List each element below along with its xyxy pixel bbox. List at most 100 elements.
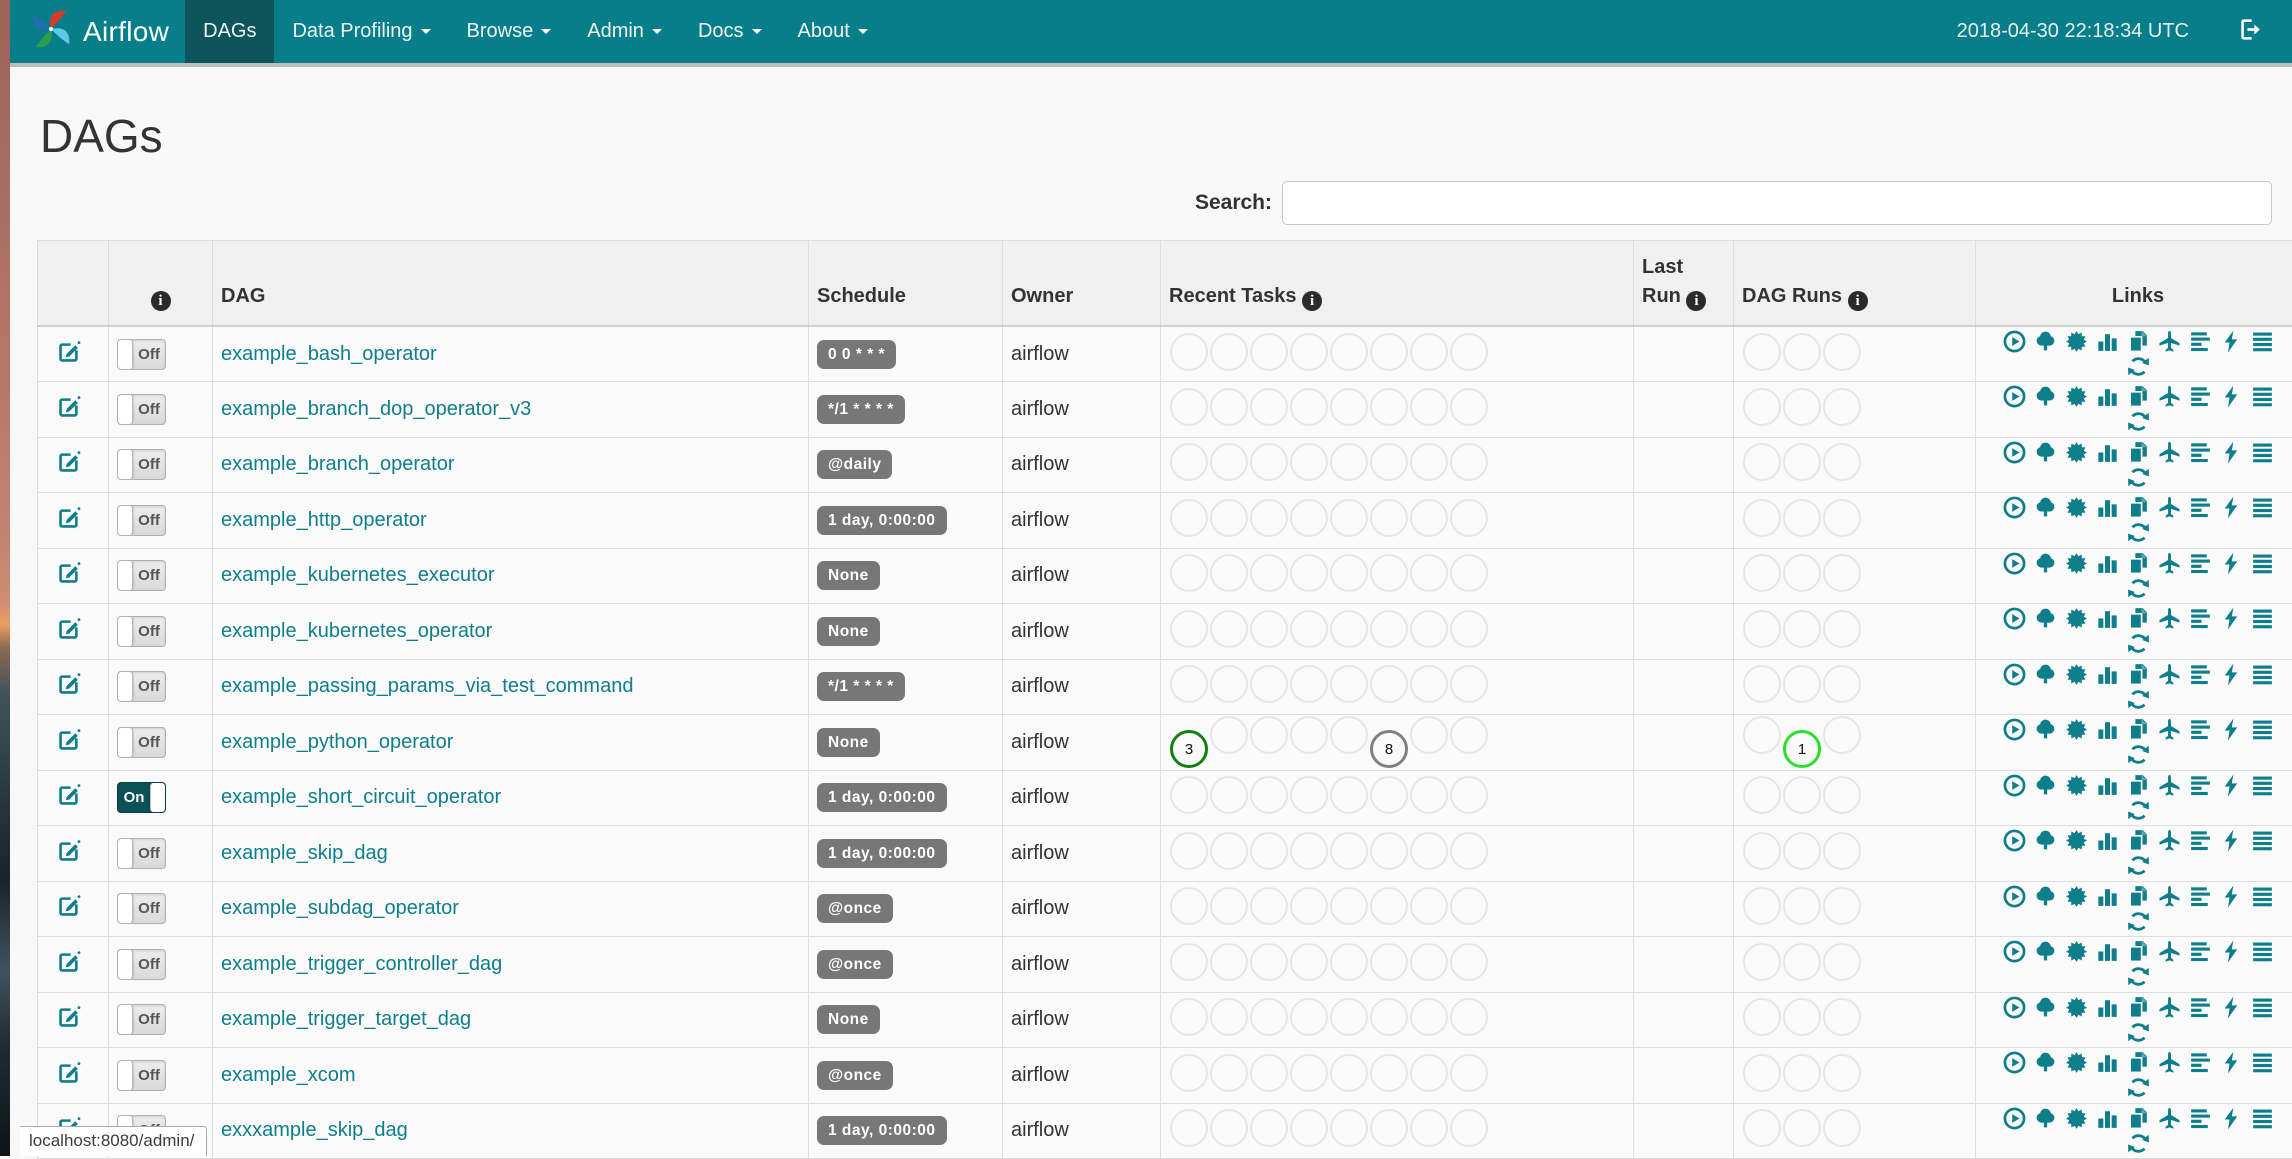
landing-times-icon[interactable]: [2157, 773, 2182, 798]
task-state-circle[interactable]: [1410, 832, 1448, 870]
tree-view-icon[interactable]: [2033, 606, 2058, 631]
task-state-circle[interactable]: [1170, 443, 1208, 481]
task-state-circle[interactable]: [1410, 887, 1448, 925]
task-state-circle[interactable]: [1250, 388, 1288, 426]
dag-run-circle[interactable]: [1783, 998, 1821, 1036]
logs-icon[interactable]: [2250, 939, 2275, 964]
task-state-circle[interactable]: [1290, 388, 1328, 426]
task-state-circle[interactable]: [1370, 776, 1408, 814]
dag-run-circle[interactable]: [1783, 443, 1821, 481]
tree-view-icon[interactable]: [2033, 995, 2058, 1020]
task-state-circle[interactable]: [1330, 716, 1368, 754]
landing-times-icon[interactable]: [2157, 495, 2182, 520]
task-state-circle[interactable]: [1450, 554, 1488, 592]
task-duration-icon[interactable]: [2095, 329, 2120, 354]
dag-run-circle[interactable]: [1823, 943, 1861, 981]
dag-run-circle[interactable]: [1743, 610, 1781, 648]
task-state-circle[interactable]: 3: [1170, 730, 1208, 768]
dag-run-circle[interactable]: [1823, 443, 1861, 481]
dag-run-circle[interactable]: [1743, 443, 1781, 481]
task-state-circle[interactable]: [1210, 499, 1248, 537]
header-owner[interactable]: Owner: [1003, 241, 1161, 327]
dag-run-circle[interactable]: [1743, 998, 1781, 1036]
trigger-dag-icon[interactable]: [2002, 1106, 2027, 1131]
logs-icon[interactable]: [2250, 606, 2275, 631]
task-tries-icon[interactable]: [2126, 440, 2151, 465]
dag-link[interactable]: exxxample_skip_dag: [221, 1119, 408, 1141]
tree-view-icon[interactable]: [2033, 828, 2058, 853]
refresh-dag-icon[interactable]: [2126, 465, 2151, 490]
dag-pause-toggle[interactable]: Off: [117, 560, 166, 591]
trigger-dag-icon[interactable]: [2002, 551, 2027, 576]
trigger-dag-icon[interactable]: [2002, 884, 2027, 909]
task-tries-icon[interactable]: [2126, 495, 2151, 520]
trigger-dag-icon[interactable]: [2002, 662, 2027, 687]
task-state-circle[interactable]: [1210, 665, 1248, 703]
task-state-circle[interactable]: [1210, 443, 1248, 481]
task-duration-icon[interactable]: [2095, 995, 2120, 1020]
task-state-circle[interactable]: [1170, 832, 1208, 870]
trigger-dag-icon[interactable]: [2002, 939, 2027, 964]
dag-run-circle[interactable]: [1783, 776, 1821, 814]
tree-view-icon[interactable]: [2033, 939, 2058, 964]
dag-run-circle[interactable]: [1743, 716, 1781, 754]
dag-run-circle[interactable]: [1743, 887, 1781, 925]
task-state-circle[interactable]: [1330, 333, 1368, 371]
task-state-circle[interactable]: [1210, 388, 1248, 426]
edit-dag-button[interactable]: [56, 782, 82, 808]
task-state-circle[interactable]: [1210, 832, 1248, 870]
dag-run-circle[interactable]: [1823, 832, 1861, 870]
tree-view-icon[interactable]: [2033, 662, 2058, 687]
landing-times-icon[interactable]: [2157, 1106, 2182, 1131]
logs-icon[interactable]: [2250, 717, 2275, 742]
task-state-circle[interactable]: [1370, 443, 1408, 481]
task-state-circle[interactable]: [1370, 1054, 1408, 1092]
refresh-dag-icon[interactable]: [2126, 1020, 2151, 1045]
nav-item-about[interactable]: About: [780, 0, 886, 63]
task-state-circle[interactable]: [1290, 443, 1328, 481]
landing-times-icon[interactable]: [2157, 606, 2182, 631]
landing-times-icon[interactable]: [2157, 828, 2182, 853]
dag-pause-toggle[interactable]: Off: [117, 449, 166, 480]
task-tries-icon[interactable]: [2126, 1050, 2151, 1075]
task-duration-icon[interactable]: [2095, 440, 2120, 465]
trigger-dag-icon[interactable]: [2002, 329, 2027, 354]
task-state-circle[interactable]: [1450, 776, 1488, 814]
dag-run-circle[interactable]: [1823, 610, 1861, 648]
graph-view-icon[interactable]: [2064, 662, 2089, 687]
refresh-dag-icon[interactable]: [2126, 909, 2151, 934]
dag-link[interactable]: example_passing_params_via_test_command: [221, 675, 633, 697]
dag-run-circle[interactable]: [1783, 1109, 1821, 1147]
gantt-view-icon[interactable]: [2188, 329, 2213, 354]
dag-link[interactable]: example_short_circuit_operator: [221, 786, 501, 808]
logs-icon[interactable]: [2250, 1106, 2275, 1131]
task-state-circle[interactable]: [1170, 554, 1208, 592]
landing-times-icon[interactable]: [2157, 440, 2182, 465]
dag-pause-toggle[interactable]: Off: [117, 394, 166, 425]
tree-view-icon[interactable]: [2033, 440, 2058, 465]
dag-run-circle[interactable]: [1783, 1054, 1821, 1092]
dag-run-circle[interactable]: [1743, 1109, 1781, 1147]
refresh-dag-icon[interactable]: [2126, 576, 2151, 601]
landing-times-icon[interactable]: [2157, 939, 2182, 964]
task-duration-icon[interactable]: [2095, 717, 2120, 742]
task-state-circle[interactable]: [1330, 665, 1368, 703]
task-state-circle[interactable]: [1250, 776, 1288, 814]
task-state-circle[interactable]: [1410, 665, 1448, 703]
dag-pause-toggle[interactable]: On: [117, 782, 166, 813]
task-state-circle[interactable]: [1410, 1109, 1448, 1147]
task-state-circle[interactable]: [1370, 832, 1408, 870]
task-tries-icon[interactable]: [2126, 995, 2151, 1020]
task-state-circle[interactable]: [1170, 1054, 1208, 1092]
graph-view-icon[interactable]: [2064, 1106, 2089, 1131]
task-state-circle[interactable]: [1250, 1109, 1288, 1147]
task-tries-icon[interactable]: [2126, 329, 2151, 354]
task-state-circle[interactable]: [1250, 998, 1288, 1036]
edit-dag-button[interactable]: [56, 893, 82, 919]
code-view-icon[interactable]: [2219, 773, 2244, 798]
graph-view-icon[interactable]: [2064, 329, 2089, 354]
task-state-circle[interactable]: [1330, 832, 1368, 870]
dag-run-circle[interactable]: [1743, 1054, 1781, 1092]
edit-dag-button[interactable]: [56, 727, 82, 753]
task-state-circle[interactable]: [1450, 665, 1488, 703]
